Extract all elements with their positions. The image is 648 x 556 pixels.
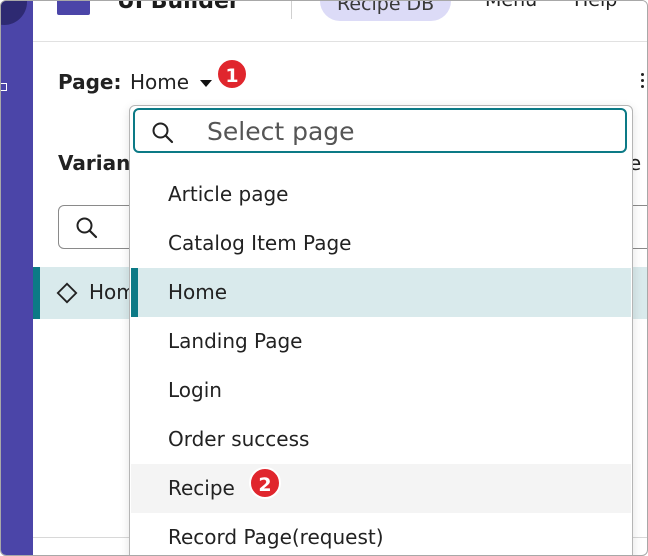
dropdown-item-order-success[interactable]: Order success	[131, 415, 631, 464]
nav-help[interactable]: Help	[574, 1, 617, 11]
dropdown-item-label: Record Page(request)	[168, 525, 384, 549]
diamond-icon	[56, 282, 78, 304]
dropdown-item-landing-page[interactable]: Landing Page	[131, 317, 631, 366]
caret-down-icon[interactable]	[200, 80, 212, 87]
rail-menu-icon[interactable]	[1, 83, 7, 91]
dropdown-item-label: Home	[168, 280, 228, 304]
dropdown-item-catalog-item-page[interactable]: Catalog Item Page	[131, 219, 631, 268]
app-title: UI Builder	[117, 0, 240, 14]
active-app-pill[interactable]: Recipe DB	[320, 1, 452, 21]
selected-accent	[131, 268, 138, 317]
header-divider	[291, 1, 292, 19]
page-search-field[interactable]	[133, 108, 627, 153]
top-bar: UI Builder Recipe DB Menu Help	[33, 0, 647, 42]
search-icon	[76, 217, 98, 239]
rail-avatar[interactable]	[1, 1, 27, 25]
dropdown-item-login[interactable]: Login	[131, 366, 631, 415]
search-icon	[152, 122, 174, 144]
page-selector-label: Page:	[58, 70, 122, 94]
dropdown-item-label: Order success	[168, 427, 310, 451]
nav-menu[interactable]: Menu	[485, 1, 537, 11]
app-window: UI Builder Recipe DB Menu Help Page: Hom…	[0, 0, 648, 556]
dropdown-item-label: Catalog Item Page	[168, 231, 352, 255]
dropdown-item-label: Article page	[168, 182, 289, 206]
dropdown-item-label: Landing Page	[168, 329, 303, 353]
left-rail	[1, 1, 33, 555]
page-selector-value[interactable]: Home	[130, 70, 189, 94]
dropdown-item-home[interactable]: Home	[131, 268, 631, 317]
dropdown-item-article-page[interactable]: Article page	[131, 170, 631, 219]
dropdown-item-label: Login	[168, 378, 222, 402]
step-badge-1: 1	[216, 58, 248, 90]
page-dropdown: Article page Catalog Item Page Home Land…	[129, 105, 633, 555]
dropdown-item-label: Recipe	[168, 476, 235, 500]
more-options-icon[interactable]	[641, 73, 645, 91]
step-badge-2: 2	[249, 467, 281, 499]
page-search-input[interactable]	[205, 114, 609, 149]
dropdown-item-record-page-request[interactable]: Record Page(request)	[131, 513, 631, 555]
logo-icon	[57, 1, 90, 15]
dropdown-item-recipe[interactable]: Recipe	[131, 464, 631, 513]
row-accent	[33, 267, 40, 319]
